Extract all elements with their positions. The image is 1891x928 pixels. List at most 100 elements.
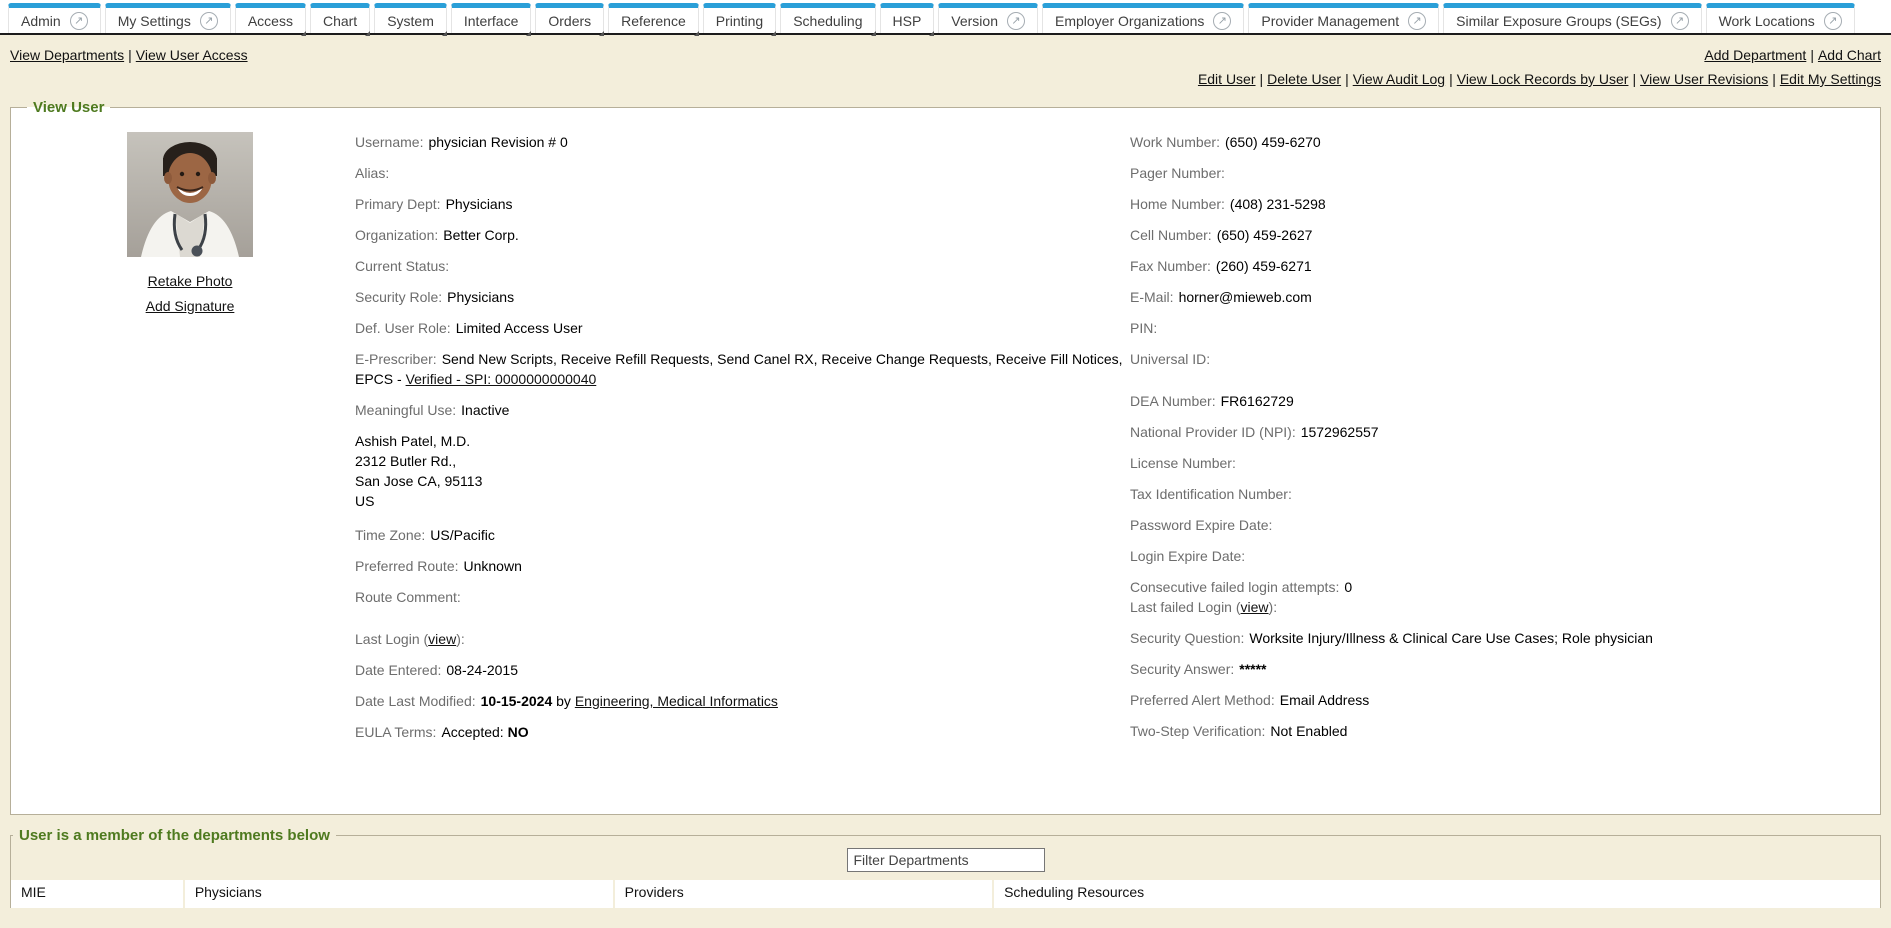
view-user-revisions-link[interactable]: View User Revisions	[1640, 71, 1768, 87]
tab-admin[interactable]: Admin↗	[8, 3, 101, 33]
user-action-link-bar: Edit User|Delete User|View Audit Log|Vie…	[10, 63, 1881, 87]
field-fax-number: Fax Number:(260) 459-6271	[1130, 256, 1868, 276]
page-content: View Departments|View User Access Add De…	[0, 35, 1891, 928]
tab-label: Scheduling	[793, 13, 862, 29]
department-cell: MIE	[11, 880, 185, 908]
tab-access[interactable]: Access	[235, 3, 306, 33]
tab-label: Employer Organizations	[1055, 13, 1204, 29]
view-audit-log-link[interactable]: View Audit Log	[1353, 71, 1445, 87]
tab-reference[interactable]: Reference	[608, 3, 699, 33]
edit-my-settings-link[interactable]: Edit My Settings	[1780, 71, 1881, 87]
view-departments-link[interactable]: View Departments	[10, 47, 124, 63]
add-chart-link[interactable]: Add Chart	[1818, 47, 1881, 63]
field-primary-dept: Primary Dept:Physicians	[355, 194, 1130, 214]
field-last-failed-login: Last failed Login (view):	[1130, 597, 1868, 617]
tab-label: Provider Management	[1261, 13, 1399, 29]
retake-photo-link[interactable]: Retake Photo	[148, 273, 233, 289]
department-cell: Physicians	[185, 880, 615, 908]
link-separator: |	[1449, 71, 1453, 87]
tab-work-locations[interactable]: Work Locations ↗	[1706, 3, 1855, 33]
link-separator: |	[1772, 71, 1776, 87]
external-link-icon[interactable]: ↗	[1671, 12, 1689, 30]
tab-hsp[interactable]: HSP	[880, 3, 935, 33]
external-link-icon[interactable]: ↗	[70, 12, 88, 30]
last-login-view-link[interactable]: view	[428, 631, 456, 647]
tab-printing[interactable]: Printing	[703, 3, 776, 33]
field-home-number: Home Number:(408) 231-5298	[1130, 194, 1868, 214]
field-date-entered: Date Entered:08-24-2015	[355, 660, 1130, 680]
tab-label: Printing	[716, 13, 763, 29]
view-lock-records-link[interactable]: View Lock Records by User	[1457, 71, 1629, 87]
tab-scheduling[interactable]: Scheduling	[780, 3, 875, 33]
tab-label: Work Locations	[1719, 13, 1815, 29]
edit-user-link[interactable]: Edit User	[1198, 71, 1256, 87]
tab-similar-exposure-groups[interactable]: Similar Exposure Groups (SEGs)↗	[1443, 3, 1701, 33]
tab-employer-organizations[interactable]: Employer Organizations ↗	[1042, 3, 1244, 33]
tab-provider-management[interactable]: Provider Management ↗	[1248, 3, 1439, 33]
field-cell-number: Cell Number:(650) 459-2627	[1130, 225, 1868, 245]
field-def-user-role: Def. User Role:Limited Access User	[355, 318, 1130, 338]
departments-section: User is a member of the departments belo…	[10, 827, 1881, 908]
departments-legend: User is a member of the departments belo…	[13, 827, 336, 844]
field-route-comment: Route Comment:	[355, 587, 1130, 607]
tab-version[interactable]: Version ↗	[938, 3, 1038, 33]
tab-label: Orders	[548, 13, 591, 29]
right-links: Add Department|Add Chart	[1704, 47, 1881, 63]
tab-label: System	[387, 13, 434, 29]
field-pin: PIN:	[1130, 318, 1868, 338]
field-username: Username:physician Revision # 0	[355, 132, 1130, 152]
link-separator: |	[1632, 71, 1636, 87]
field-failed-attempts: Consecutive failed login attempts:0	[1130, 577, 1868, 597]
field-meaningful-use: Meaningful Use:Inactive	[355, 400, 1130, 420]
eula-accepted-value: NO	[508, 724, 529, 740]
tab-label: Chart	[323, 13, 357, 29]
field-license-number: License Number:	[1130, 453, 1868, 473]
field-universal-id: Universal ID:	[1130, 349, 1868, 369]
external-link-icon[interactable]: ↗	[1213, 12, 1231, 30]
epcs-verified-spi-link[interactable]: Verified - SPI: 0000000000040	[406, 371, 597, 387]
view-user-legend: View User	[27, 99, 110, 116]
add-signature-link[interactable]: Add Signature	[146, 298, 235, 314]
field-organization: Organization:Better Corp.	[355, 225, 1130, 245]
link-separator: |	[1810, 47, 1814, 63]
link-separator: |	[128, 47, 132, 63]
link-separator: |	[1345, 71, 1349, 87]
delete-user-link[interactable]: Delete User	[1267, 71, 1341, 87]
field-two-step: Two-Step Verification:Not Enabled	[1130, 721, 1868, 741]
tab-label: Reference	[621, 13, 686, 29]
tab-system[interactable]: System	[374, 3, 447, 33]
external-link-icon[interactable]: ↗	[1408, 12, 1426, 30]
tab-label: My Settings	[118, 13, 191, 29]
tab-label: Interface	[464, 13, 518, 29]
modified-by-text: by	[552, 693, 575, 709]
tab-label: Version	[951, 13, 998, 29]
field-login-expire: Login Expire Date:	[1130, 546, 1868, 566]
field-current-status: Current Status:	[355, 256, 1130, 276]
left-links: View Departments|View User Access	[10, 47, 248, 63]
last-failed-login-view-link[interactable]: view	[1241, 599, 1269, 615]
modified-by-user-link[interactable]: Engineering, Medical Informatics	[575, 693, 778, 709]
tab-label: Access	[248, 13, 293, 29]
add-department-link[interactable]: Add Department	[1704, 47, 1806, 63]
tab-interface[interactable]: Interface	[451, 3, 531, 33]
external-link-icon[interactable]: ↗	[1824, 12, 1842, 30]
field-last-login: Last Login (view):	[355, 629, 1130, 649]
department-cell: Scheduling Resources	[994, 880, 1880, 908]
view-user-access-link[interactable]: View User Access	[136, 47, 248, 63]
tab-my-settings[interactable]: My Settings ↗	[105, 3, 231, 33]
user-address: Ashish Patel, M.D. 2312 Butler Rd., San …	[355, 431, 1130, 511]
field-security-question: Security Question:Worksite Injury/Illnes…	[1130, 628, 1868, 648]
user-details-left: Username:physician Revision # 0 Alias: P…	[355, 132, 1130, 753]
external-link-icon[interactable]: ↗	[200, 12, 218, 30]
external-link-icon[interactable]: ↗	[1007, 12, 1025, 30]
view-user-section: View User	[10, 99, 1881, 815]
department-cell: Providers	[615, 880, 994, 908]
address-line: Ashish Patel, M.D.	[355, 431, 1130, 451]
tab-orders[interactable]: Orders	[535, 3, 604, 33]
field-alias: Alias:	[355, 163, 1130, 183]
field-pager-number: Pager Number:	[1130, 163, 1868, 183]
tab-chart[interactable]: Chart	[310, 3, 370, 33]
field-preferred-alert: Preferred Alert Method:Email Address	[1130, 690, 1868, 710]
departments-table: MIE Physicians Providers Scheduling Reso…	[11, 880, 1880, 908]
filter-departments-input[interactable]	[847, 848, 1045, 872]
